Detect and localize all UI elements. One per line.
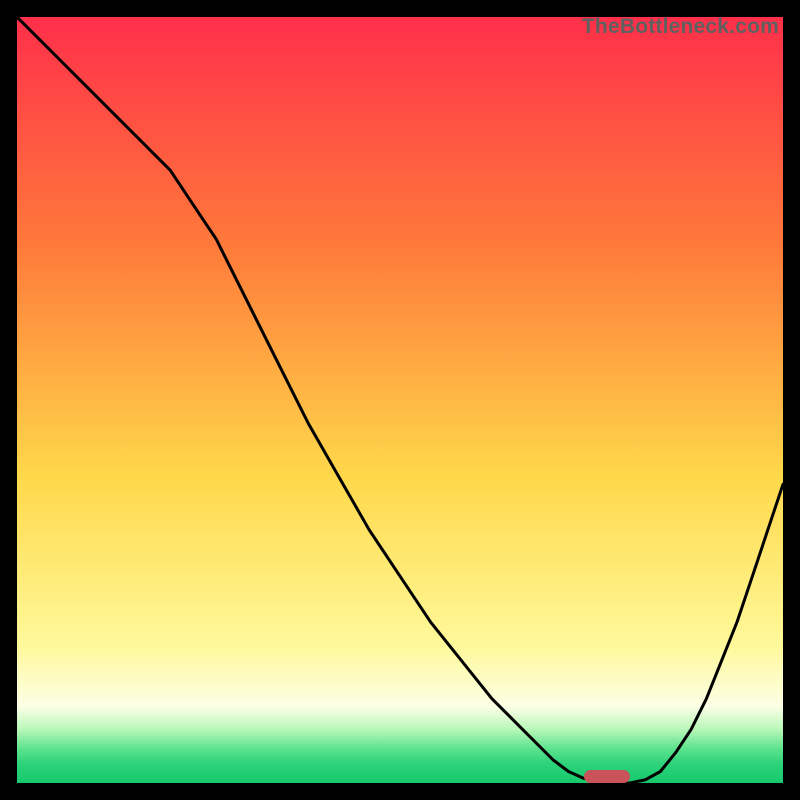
watermark-label: TheBottleneck.com <box>582 15 779 39</box>
bottleneck-chart <box>17 17 783 783</box>
optimal-marker <box>584 770 630 783</box>
chart-frame: TheBottleneck.com <box>17 17 783 783</box>
